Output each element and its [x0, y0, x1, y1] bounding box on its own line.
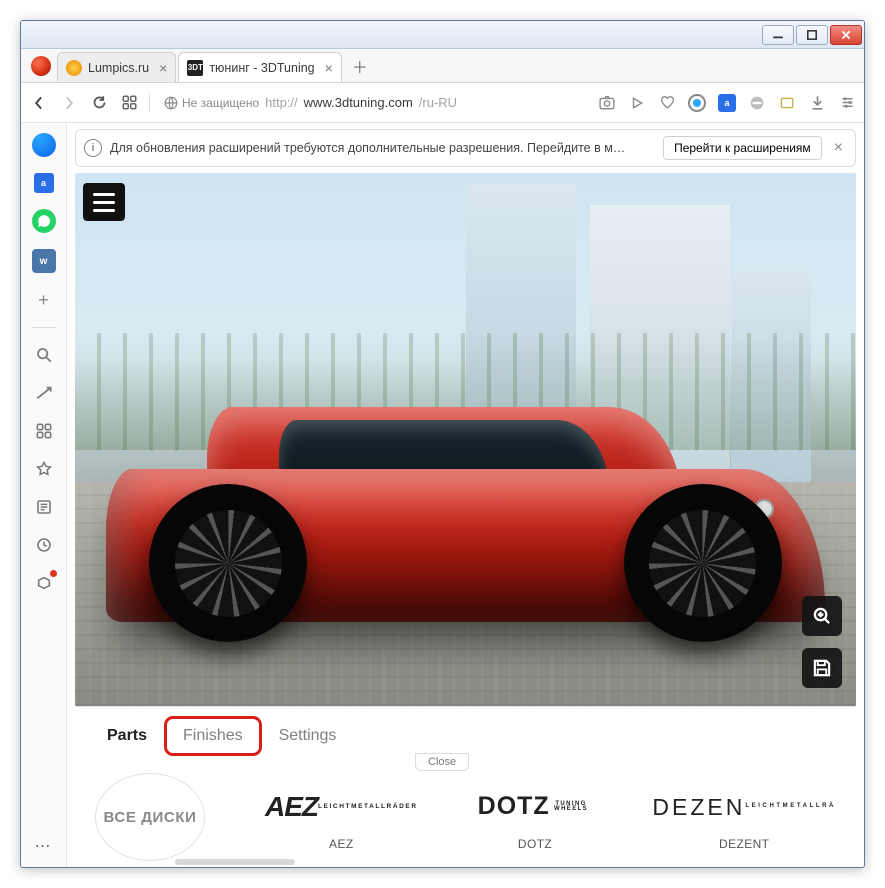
browser-body: a w + ⋯ i Для обновления расширений треб…	[21, 123, 864, 867]
translate-sidebar-icon[interactable]: a	[34, 173, 54, 193]
forward-button	[59, 93, 79, 113]
download-icon[interactable]	[808, 94, 826, 112]
favicon-icon	[66, 60, 82, 76]
parts-panel: Parts Finishes Settings Close ВСЕ ДИСКИ …	[75, 706, 856, 867]
new-tab-button[interactable]: ＋	[348, 54, 372, 78]
tab-close-icon[interactable]: ×	[159, 60, 167, 76]
globe-icon	[164, 96, 178, 110]
bookmarks-icon[interactable]	[33, 458, 55, 480]
brand-logo-sub: LEICHTMETALLRÄDER	[318, 804, 418, 809]
speed-dial-button[interactable]	[119, 93, 139, 113]
info-icon: i	[84, 139, 102, 157]
url-scheme: http://	[265, 95, 298, 110]
extension-infobar: i Для обновления расширений требуются до…	[75, 129, 856, 167]
tab-parts[interactable]: Parts	[89, 717, 165, 755]
browser-tabstrip: Lumpics.ru × 3DT тюнинг - 3DTuning × ＋	[21, 49, 864, 83]
car-model: 3DT	[106, 397, 825, 653]
brand-item-dotz[interactable]: DOTZ TUNING WHEELS DOTZ	[478, 783, 593, 851]
save-button[interactable]	[802, 648, 842, 688]
favicon-icon: 3DT	[187, 60, 203, 76]
sidebar-more-icon[interactable]: ⋯	[33, 835, 55, 857]
easy-setup-icon[interactable]	[838, 94, 856, 112]
brand-logo-main: DEZEN	[652, 797, 745, 818]
vk-icon[interactable]: w	[32, 249, 56, 273]
vk-label: w	[40, 256, 48, 267]
brand-name: AEZ	[329, 837, 354, 851]
zoom-button[interactable]	[802, 596, 842, 636]
toolbar-right-icons: a	[598, 94, 856, 112]
app-window: Lumpics.ru × 3DT тюнинг - 3DTuning × ＋ Н…	[20, 20, 865, 868]
separator	[149, 93, 150, 113]
snapshot-icon[interactable]	[598, 94, 616, 112]
brand-logo-icon: DEZEN LEICHTMETALLRÄ	[652, 783, 836, 831]
news-icon[interactable]	[33, 496, 55, 518]
infobar-message: Для обновления расширений требуются допо…	[110, 141, 655, 155]
opera-logo-icon	[31, 56, 51, 76]
window-close-button[interactable]	[830, 25, 862, 45]
panel-tabs: Parts Finishes Settings	[89, 717, 842, 755]
tab-title: тюнинг - 3DTuning	[209, 61, 314, 75]
carousel-scrollbar[interactable]	[175, 859, 295, 865]
browser-toolbar: Не защищено http:// www.3dtuning.com/ru-R…	[21, 83, 864, 123]
browser-tab-3dtuning[interactable]: 3DT тюнинг - 3DTuning ×	[178, 52, 341, 82]
speed-dial-sidebar-icon[interactable]	[33, 420, 55, 442]
history-icon[interactable]	[33, 534, 55, 556]
security-badge[interactable]: Не защищено	[164, 96, 259, 110]
play-icon[interactable]	[628, 94, 646, 112]
viewer-menu-button[interactable]	[83, 183, 125, 221]
opera-sidebar: a w + ⋯	[21, 123, 67, 867]
security-label: Не защищено	[182, 96, 259, 110]
heart-icon[interactable]	[658, 94, 676, 112]
save-expand-icon[interactable]	[830, 648, 846, 688]
url-host: www.3dtuning.com	[304, 95, 413, 110]
add-messenger-button[interactable]: +	[33, 289, 55, 311]
extensions-icon[interactable]	[33, 572, 55, 594]
tab-finishes[interactable]: Finishes	[165, 717, 261, 755]
adblock-icon[interactable]	[748, 94, 766, 112]
translate-icon[interactable]: a	[718, 94, 736, 112]
zoom-expand-icon[interactable]	[830, 596, 846, 636]
wallet-icon[interactable]	[778, 94, 796, 112]
brand-name: DEZENT	[719, 837, 769, 851]
vpn-icon[interactable]	[688, 94, 706, 112]
wheel-rear	[624, 484, 782, 642]
tab-title: Lumpics.ru	[88, 61, 149, 75]
flow-icon[interactable]	[33, 382, 55, 404]
brand-logo-icon: AEZ LEICHTMETALLRÄDER	[265, 783, 418, 831]
brand-item-aez[interactable]: AEZ LEICHTMETALLRÄDER AEZ	[265, 783, 418, 851]
panel-close-button[interactable]: Close	[415, 753, 469, 771]
car-canvas[interactable]: 3DT	[75, 173, 856, 706]
brand-name: DOTZ	[518, 837, 552, 851]
sidebar-separator	[32, 327, 56, 328]
browser-tab-lumpics[interactable]: Lumpics.ru ×	[57, 52, 176, 82]
messenger-icon[interactable]	[32, 133, 56, 157]
search-icon[interactable]	[33, 344, 55, 366]
window-maximize-button[interactable]	[796, 25, 828, 45]
infobar-close-icon[interactable]: ×	[830, 139, 847, 157]
brand-carousel[interactable]: ВСЕ ДИСКИ AEZ LEICHTMETALLRÄDER AEZ DOTZ	[89, 755, 842, 863]
go-to-extensions-button[interactable]: Перейти к расширениям	[663, 136, 822, 160]
whatsapp-icon[interactable]	[32, 209, 56, 233]
brand-item-dezent[interactable]: DEZEN LEICHTMETALLRÄ DEZENT	[652, 783, 836, 851]
all-wheels-button[interactable]: ВСЕ ДИСКИ	[95, 773, 205, 861]
tab-close-icon[interactable]: ×	[325, 60, 333, 76]
tuning-viewer: 3DT	[75, 173, 856, 867]
brand-logo-icon: DOTZ TUNING WHEELS	[478, 783, 593, 831]
url-path: /ru-RU	[419, 95, 457, 110]
brand-logo-main: DOTZ	[478, 796, 550, 817]
tab-settings[interactable]: Settings	[261, 717, 355, 755]
reload-button[interactable]	[89, 93, 109, 113]
back-button[interactable]	[29, 93, 49, 113]
brand-logo-main: AEZ	[265, 796, 318, 818]
brand-logo-sub: TUNING WHEELS	[550, 802, 593, 812]
wheel-front	[149, 484, 307, 642]
address-bar[interactable]: Не защищено http:// www.3dtuning.com/ru-R…	[160, 89, 588, 117]
window-minimize-button[interactable]	[762, 25, 794, 45]
window-titlebar	[21, 21, 864, 49]
brand-logo-sub: LEICHTMETALLRÄ	[745, 804, 836, 809]
page-content: i Для обновления расширений требуются до…	[67, 123, 864, 867]
